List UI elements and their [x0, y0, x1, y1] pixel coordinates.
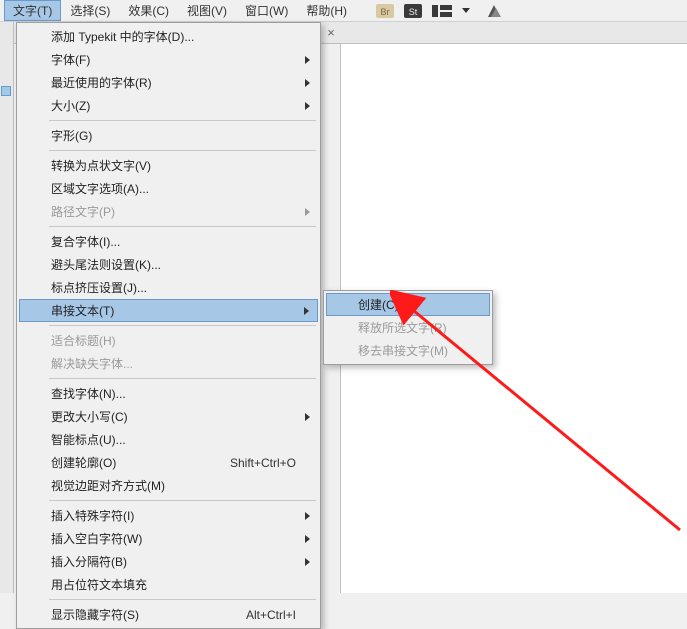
menu-item-label: 释放所选文字(R) [358, 319, 447, 336]
menu-item-font[interactable]: 字体(F) [19, 48, 318, 71]
menu-item-label: 插入特殊字符(I) [51, 507, 134, 524]
menu-item-threaded-text[interactable]: 串接文本(T) [19, 299, 318, 322]
submenu-arrow-icon [304, 307, 309, 315]
menu-item-label: 区域文字选项(A)... [51, 180, 149, 197]
menu-item-label: 创建轮廓(O) [51, 454, 116, 471]
ruler-corner [0, 22, 14, 44]
menu-item-label: 复合字体(I)... [51, 233, 120, 250]
submenu-arrow-icon [305, 535, 310, 543]
menubar-item-select[interactable]: 选择(S) [61, 0, 119, 21]
menu-item-shortcut: Alt+Ctrl+I [246, 608, 296, 622]
menu-item-label: 解决缺失字体... [51, 355, 133, 372]
menu-separator [49, 599, 316, 600]
menu-item-show-hidden-chars[interactable]: 显示隐藏字符(S) Alt+Ctrl+I [19, 603, 318, 626]
menu-item-smart-punctuation[interactable]: 智能标点(U)... [19, 428, 318, 451]
menu-item-type-on-path: 路径文字(P) [19, 200, 318, 223]
gutter-marker [1, 86, 11, 96]
submenu-item-remove-threading: 移去串接文字(M) [326, 339, 490, 362]
menu-item-label: 插入分隔符(B) [51, 553, 127, 570]
menu-item-label: 显示隐藏字符(S) [51, 606, 139, 623]
menubar-item-help[interactable]: 帮助(H) [297, 0, 356, 21]
menu-item-kinsoku[interactable]: 避头尾法则设置(K)... [19, 253, 318, 276]
menu-item-composite-fonts[interactable]: 复合字体(I)... [19, 230, 318, 253]
menubar: 文字(T) 选择(S) 效果(C) 视图(V) 窗口(W) 帮助(H) Br S… [0, 0, 687, 22]
submenu-item-release-selection: 释放所选文字(R) [326, 316, 490, 339]
menu-item-label: 查找字体(N)... [51, 385, 126, 402]
menu-item-fit-headline: 适合标题(H) [19, 329, 318, 352]
submenu-arrow-icon [305, 79, 310, 87]
menu-item-recent-fonts[interactable]: 最近使用的字体(R) [19, 71, 318, 94]
menu-item-label: 更改大小写(C) [51, 408, 128, 425]
menu-item-label: 智能标点(U)... [51, 431, 126, 448]
menu-item-area-type-options[interactable]: 区域文字选项(A)... [19, 177, 318, 200]
stock-icon[interactable]: St [404, 4, 422, 18]
submenu-arrow-icon [305, 208, 310, 216]
menubar-item-text[interactable]: 文字(T) [4, 0, 61, 21]
menu-text-dropdown: 添加 Typekit 中的字体(D)... 字体(F) 最近使用的字体(R) 大… [16, 22, 321, 629]
menu-item-shortcut: Shift+Ctrl+O [230, 456, 296, 470]
menu-item-find-font[interactable]: 查找字体(N)... [19, 382, 318, 405]
menu-item-label: 创建(C) [358, 296, 399, 313]
submenu-threaded-text: 创建(C) 释放所选文字(R) 移去串接文字(M) [323, 290, 493, 365]
menu-item-optical-margin[interactable]: 视觉边距对齐方式(M) [19, 474, 318, 497]
submenu-arrow-icon [305, 512, 310, 520]
menu-item-label: 串接文本(T) [51, 302, 114, 319]
menubar-item-view[interactable]: 视图(V) [178, 0, 236, 21]
menu-item-label: 大小(Z) [51, 97, 90, 114]
menu-item-label: 标点挤压设置(J)... [51, 279, 147, 296]
menu-item-insert-whitespace[interactable]: 插入空白字符(W) [19, 527, 318, 550]
chevron-down-icon[interactable] [462, 7, 470, 15]
menu-item-insert-break[interactable]: 插入分隔符(B) [19, 550, 318, 573]
menu-separator [49, 325, 316, 326]
submenu-arrow-icon [305, 558, 310, 566]
menu-item-label: 插入空白字符(W) [51, 530, 142, 547]
menu-item-label: 添加 Typekit 中的字体(D)... [51, 28, 194, 45]
svg-text:St: St [409, 7, 418, 17]
menu-separator [49, 120, 316, 121]
menubar-item-effect[interactable]: 效果(C) [119, 0, 178, 21]
menu-item-label: 用占位符文本填充 [51, 576, 147, 593]
arrange-docs-icon[interactable] [432, 4, 452, 18]
menu-item-convert-point-type[interactable]: 转换为点状文字(V) [19, 154, 318, 177]
menu-item-mojikumi[interactable]: 标点挤压设置(J)... [19, 276, 318, 299]
menu-separator [49, 226, 316, 227]
menu-item-change-case[interactable]: 更改大小写(C) [19, 405, 318, 428]
menu-item-label: 视觉边距对齐方式(M) [51, 477, 165, 494]
menu-item-label: 适合标题(H) [51, 332, 116, 349]
menu-item-label: 避头尾法则设置(K)... [51, 256, 161, 273]
menu-separator [49, 378, 316, 379]
menu-item-insert-special-char[interactable]: 插入特殊字符(I) [19, 504, 318, 527]
submenu-arrow-icon [305, 102, 310, 110]
menu-item-resolve-missing-fonts: 解决缺失字体... [19, 352, 318, 375]
svg-text:Br: Br [381, 7, 390, 17]
menu-item-label: 最近使用的字体(R) [51, 74, 152, 91]
menu-item-label: 字体(F) [51, 51, 90, 68]
submenu-arrow-icon [305, 413, 310, 421]
menubar-right-icons: Br St [376, 3, 502, 19]
menu-item-create-outlines[interactable]: 创建轮廓(O) Shift+Ctrl+O [19, 451, 318, 474]
tab-close-button[interactable]: × [324, 26, 338, 40]
menu-item-label: 转换为点状文字(V) [51, 157, 151, 174]
menu-item-label: 路径文字(P) [51, 203, 115, 220]
menu-item-label: 移去串接文字(M) [358, 342, 448, 359]
menu-separator [49, 150, 316, 151]
menu-item-size[interactable]: 大小(Z) [19, 94, 318, 117]
submenu-arrow-icon [305, 56, 310, 64]
submenu-item-create[interactable]: 创建(C) [326, 293, 490, 316]
bridge-icon[interactable]: Br [376, 4, 394, 18]
left-gutter [0, 44, 14, 593]
menubar-item-window[interactable]: 窗口(W) [236, 0, 297, 21]
menu-item-label: 字形(G) [51, 127, 92, 144]
workspace-switcher-icon[interactable] [486, 3, 502, 19]
menu-separator [49, 500, 316, 501]
menu-item-glyphs[interactable]: 字形(G) [19, 124, 318, 147]
menu-item-add-typekit[interactable]: 添加 Typekit 中的字体(D)... [19, 25, 318, 48]
